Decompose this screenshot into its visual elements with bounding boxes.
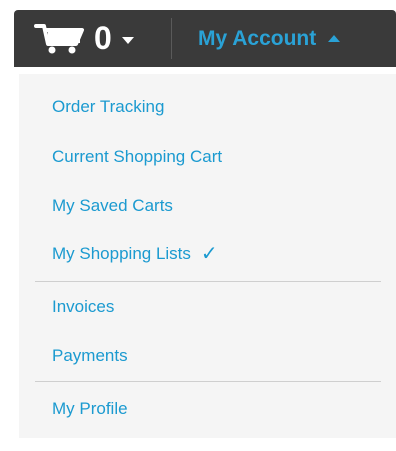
menu-item-label: Invoices — [52, 297, 115, 316]
menu-item-current-shopping-cart[interactable]: Current Shopping Cart — [52, 147, 222, 167]
menu-item-my-profile[interactable]: My Profile — [52, 399, 128, 419]
menu-item-label: Order Tracking — [52, 97, 165, 116]
cart-count: 0 — [94, 20, 112, 56]
chevron-down-icon — [121, 36, 134, 44]
menu-item-label: My Saved Carts — [52, 196, 173, 215]
checkmark-icon: ✓ — [200, 243, 218, 265]
menu-item-label: Payments — [52, 346, 128, 365]
menu-item-invoices[interactable]: Invoices — [52, 297, 114, 317]
menu-separator — [35, 281, 381, 282]
my-account-label: My Account — [198, 26, 317, 50]
menu-item-label: My Profile — [52, 399, 128, 418]
menu-item-payments[interactable]: Payments — [52, 346, 128, 366]
menu-item-my-shopping-lists[interactable]: My Shopping Lists ✓ — [52, 244, 218, 264]
menu-item-order-tracking[interactable]: Order Tracking — [52, 97, 164, 117]
shopping-cart-icon — [34, 22, 86, 54]
menu-item-label: My Shopping Lists — [52, 244, 191, 263]
menu-separator — [35, 381, 381, 382]
top-nav-bar: 0 My Account — [14, 10, 396, 67]
menu-item-label: Current Shopping Cart — [52, 147, 223, 166]
menu-item-my-saved-carts[interactable]: My Saved Carts — [52, 196, 173, 216]
chevron-up-icon — [328, 35, 341, 42]
account-dropdown-menu: Order Tracking Current Shopping Cart My … — [19, 74, 396, 438]
header-divider — [171, 18, 172, 59]
cart-button[interactable]: 0 — [34, 22, 134, 54]
my-account-toggle[interactable]: My Account — [198, 10, 341, 67]
